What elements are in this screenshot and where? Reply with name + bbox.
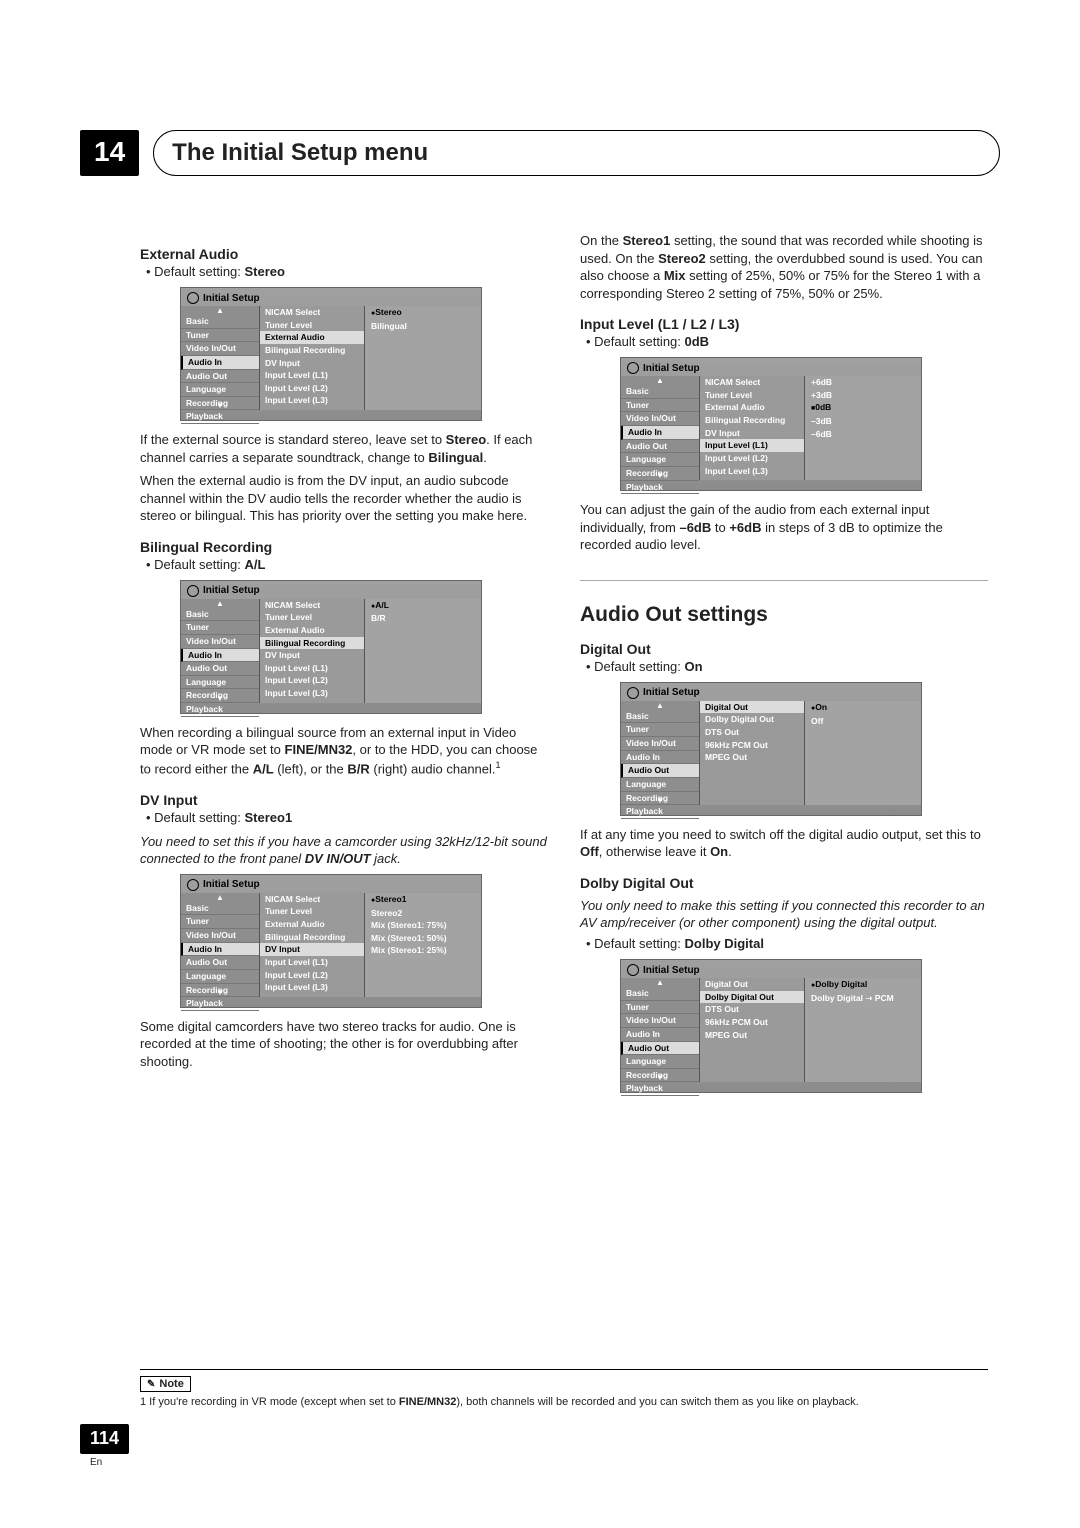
disc-icon: [627, 964, 639, 976]
screenshot-bilingual: Initial Setup ▲ Basic Tuner Video In/Out…: [180, 580, 482, 714]
chapter-title: The Initial Setup menu: [153, 130, 1000, 176]
pencil-icon: [147, 1378, 155, 1390]
para-ext-audio-1: If the external source is standard stere…: [140, 431, 548, 466]
para-bilingual: When recording a bilingual source from a…: [140, 724, 548, 778]
page-lang: En: [90, 1457, 102, 1468]
chapter-number: 14: [80, 130, 139, 176]
para-stereo-mix: On the Stereo1 setting, the sound that w…: [580, 232, 988, 302]
screenshot-dv-input: Initial Setup ▲ Basic Tuner Video In/Out…: [180, 874, 482, 1008]
note-text: 1 If you're recording in VR mode (except…: [140, 1396, 988, 1408]
heading-external-audio: External Audio: [140, 246, 548, 262]
right-column: On the Stereo1 setting, the sound that w…: [580, 232, 988, 1103]
para-ext-audio-2: When the external audio is from the DV i…: [140, 472, 548, 525]
heading-input-level: Input Level (L1 / L2 / L3): [580, 316, 988, 332]
screenshot-input-level: Initial Setup ▲ Basic Tuner Video In/Out…: [620, 357, 922, 491]
divider: [580, 580, 988, 581]
disc-icon: [187, 292, 199, 304]
default-input-level: Default setting: 0dB: [586, 334, 988, 349]
heading-audio-out: Audio Out settings: [580, 603, 988, 627]
dolby-italic: You only need to make this setting if yo…: [580, 897, 988, 932]
disc-icon: [627, 687, 639, 699]
para-input-level: You can adjust the gain of the audio fro…: [580, 501, 988, 554]
default-external-audio: Default setting: Stereo: [146, 264, 548, 279]
note-badge: Note: [140, 1376, 191, 1392]
note-section: Note 1 If you're recording in VR mode (e…: [140, 1369, 988, 1408]
heading-dolby-out: Dolby Digital Out: [580, 875, 988, 891]
screenshot-external-audio: Initial Setup ▲ Basic Tuner Video In/Out…: [180, 287, 482, 421]
default-digital-out: Default setting: On: [586, 659, 988, 674]
heading-digital-out: Digital Out: [580, 641, 988, 657]
disc-icon: [627, 362, 639, 374]
heading-bilingual: Bilingual Recording: [140, 539, 548, 555]
page-number: 114: [80, 1424, 129, 1454]
default-dv: Default setting: Stereo1: [146, 810, 548, 825]
screenshot-dolby-out: Initial Setup ▲ Basic Tuner Video In/Out…: [620, 959, 922, 1093]
para-digital-out: If at any time you need to switch off th…: [580, 826, 988, 861]
disc-icon: [187, 585, 199, 597]
dv-italic: You need to set this if you have a camco…: [140, 833, 548, 868]
default-bilingual: Default setting: A/L: [146, 557, 548, 572]
default-dolby: Default setting: Dolby Digital: [586, 936, 988, 951]
para-dv: Some digital camcorders have two stereo …: [140, 1018, 548, 1071]
setup-nav: ▲ Basic Tuner Video In/Out Audio In Audi…: [181, 306, 260, 410]
heading-dv-input: DV Input: [140, 792, 548, 808]
chapter-header: 14 The Initial Setup menu: [80, 130, 1000, 176]
screenshot-digital-out: Initial Setup ▲ Basic Tuner Video In/Out…: [620, 682, 922, 816]
disc-icon: [187, 879, 199, 891]
left-column: External Audio Default setting: Stereo I…: [140, 232, 548, 1103]
